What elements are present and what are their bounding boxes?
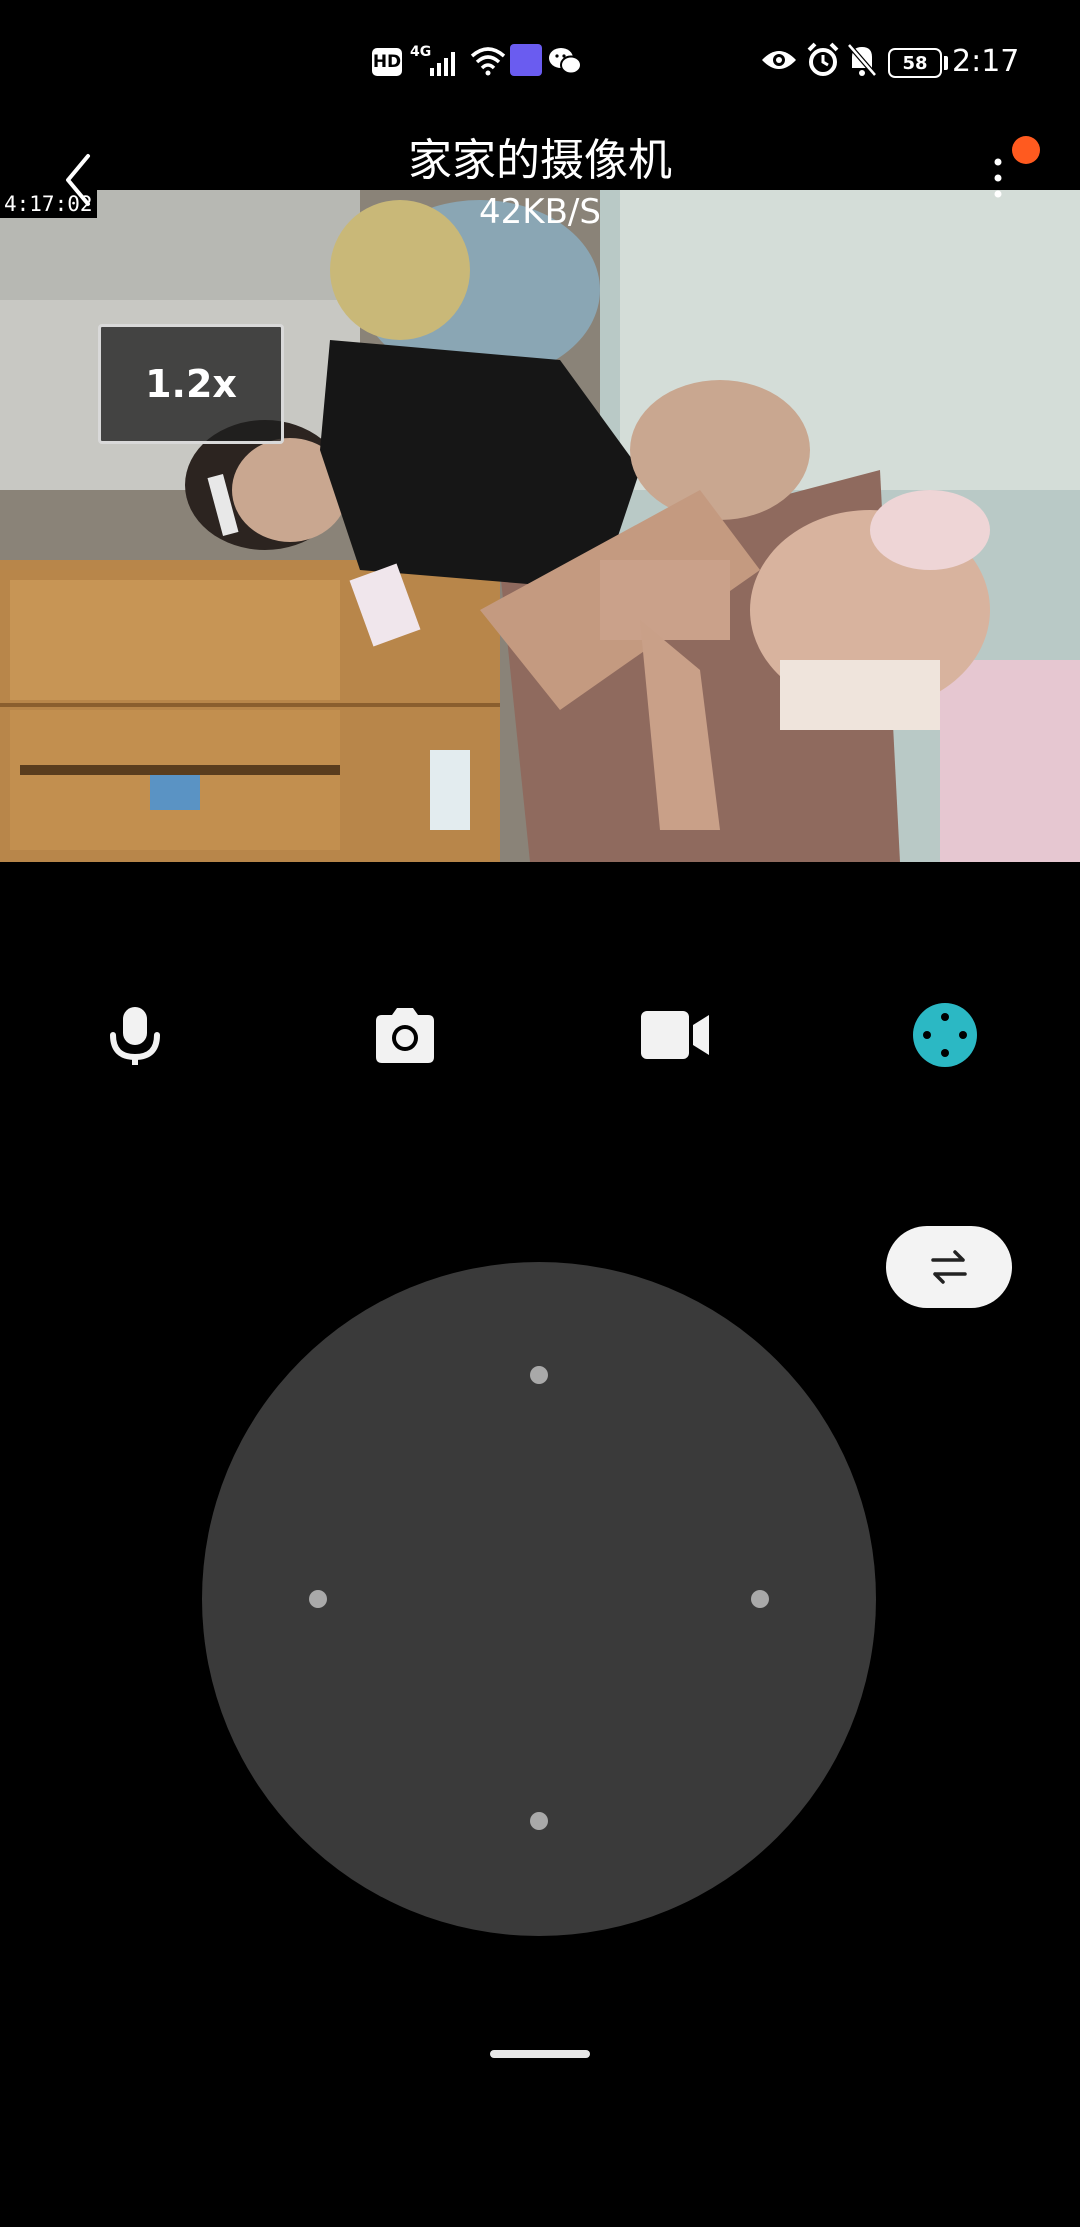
ptz-control-button[interactable] [900, 990, 990, 1080]
eye-icon [762, 51, 796, 69]
camera-icon [376, 1008, 434, 1063]
switch-mode-button[interactable] [886, 1226, 1012, 1308]
video-record-icon [641, 1011, 709, 1059]
swap-arrows-icon [931, 1250, 967, 1284]
microphone-button[interactable] [90, 990, 180, 1080]
notification-dot [1012, 136, 1040, 164]
battery-tip [944, 56, 948, 70]
ptz-direction-icon [913, 1003, 977, 1067]
home-indicator[interactable] [490, 2050, 590, 2058]
app-notification-icon [510, 44, 542, 76]
ptz-joystick[interactable] [202, 1262, 876, 1936]
microphone-icon [110, 1007, 160, 1065]
more-options-icon[interactable] [990, 156, 1006, 202]
snapshot-button[interactable] [360, 990, 450, 1080]
joystick-down-dot[interactable] [530, 1812, 548, 1830]
video-scene [0, 190, 1080, 862]
hd-badge: HD [372, 48, 402, 76]
wechat-icon [549, 48, 582, 75]
camera-video-feed[interactable] [0, 190, 1080, 862]
bitrate-label: 42KB/S [479, 192, 601, 232]
joystick-up-dot[interactable] [530, 1366, 548, 1384]
zoom-level-badge: 1.2x [98, 324, 284, 444]
joystick-left-dot[interactable] [309, 1590, 327, 1608]
alarm-icon [807, 42, 839, 76]
wifi-icon [470, 47, 506, 76]
joystick-right-dot[interactable] [751, 1590, 769, 1608]
status-time: 2:17 [952, 44, 1020, 79]
status-bar: HD 4G 58 2:17 [0, 0, 1080, 120]
record-video-button[interactable] [630, 990, 720, 1080]
battery-indicator: 58 [888, 48, 942, 78]
page-title: 家家的摄像机 [408, 135, 672, 186]
signal-icon [430, 52, 455, 76]
notifications-off-icon [847, 43, 877, 77]
